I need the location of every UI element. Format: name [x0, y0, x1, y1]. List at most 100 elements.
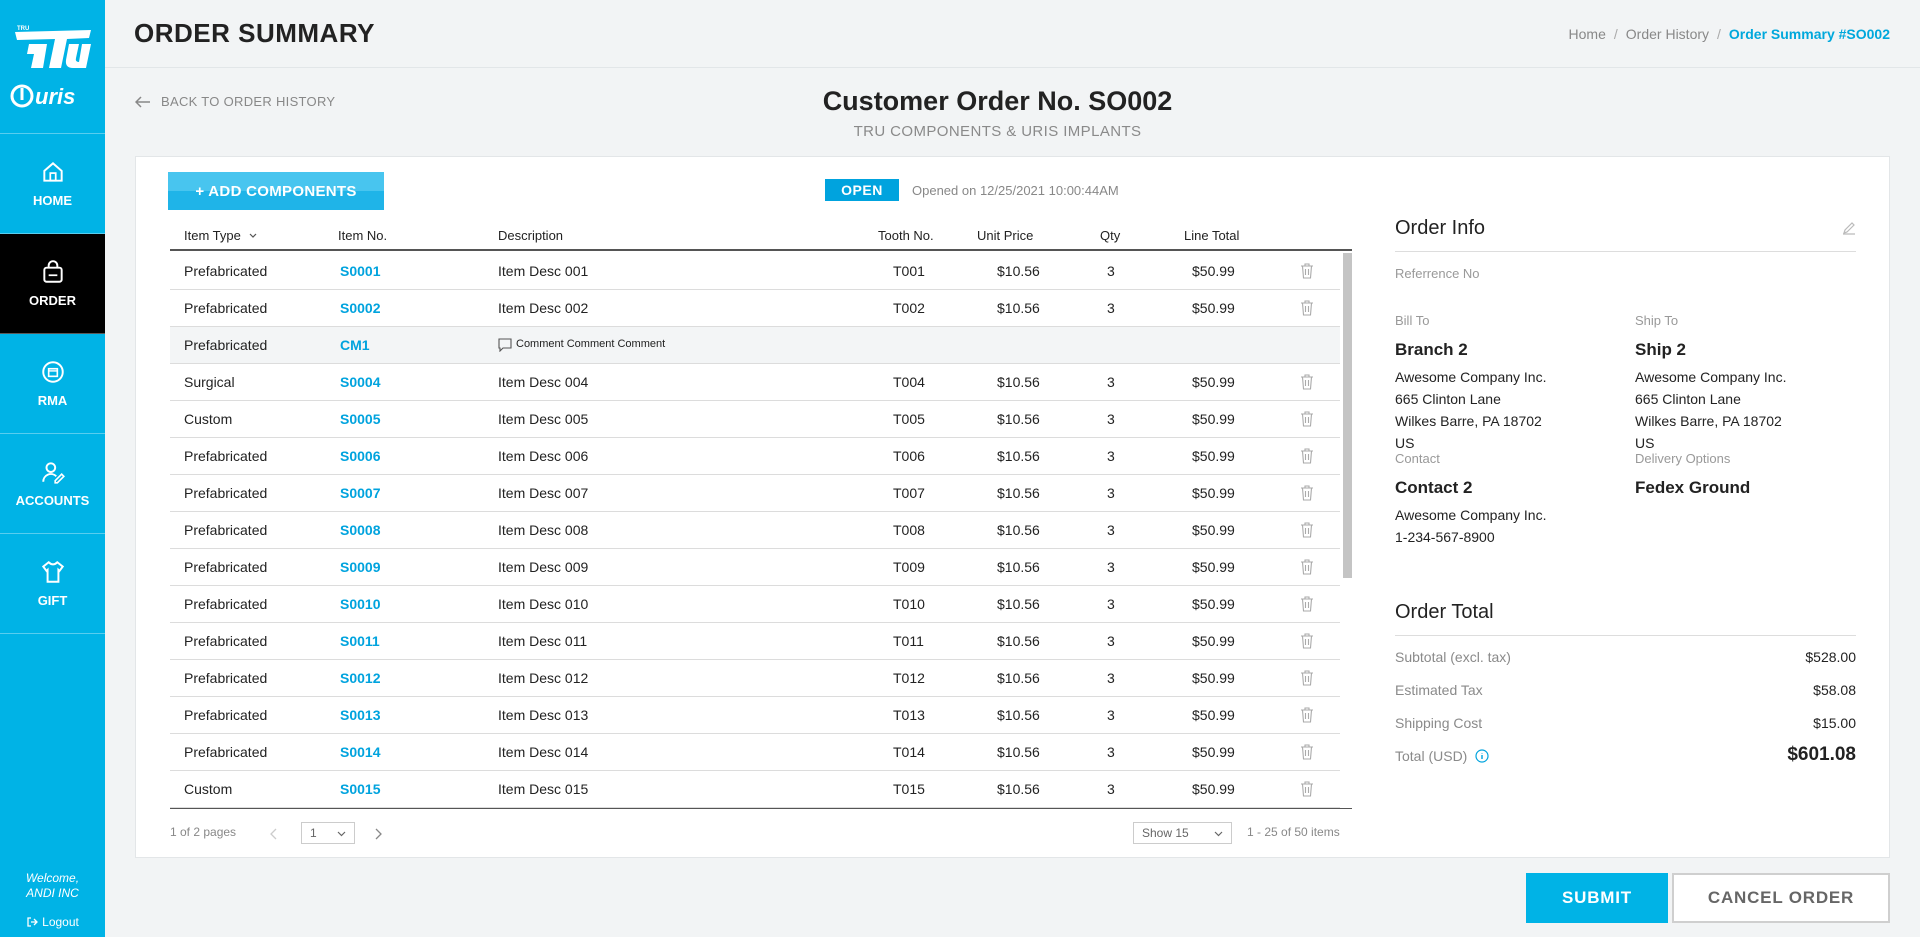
cell-item[interactable]: S0001 [340, 263, 380, 279]
trash-icon[interactable] [1300, 485, 1314, 501]
delivery-value: Fedex Ground [1635, 478, 1751, 497]
cell-desc: Item Desc 005 [498, 411, 589, 427]
cell-total: $50.99 [1192, 448, 1235, 464]
submit-button[interactable]: SUBMIT [1526, 873, 1668, 923]
table-row: Prefabricated S0014 Item Desc 014 T014 $10.5… [170, 734, 1340, 771]
logout-icon [27, 917, 39, 927]
cell-item[interactable]: S0008 [340, 522, 380, 538]
total-value: $601.08 [1787, 744, 1856, 765]
cell-desc: Item Desc 008 [498, 522, 589, 538]
sidebar-item-rma[interactable]: RMA [0, 334, 105, 434]
cell-desc: Item Desc 009 [498, 559, 589, 575]
cell-desc: Item Desc 014 [498, 744, 589, 760]
page-size-value: Show 15 [1142, 826, 1189, 840]
cell-item[interactable]: S0004 [340, 374, 380, 390]
back-to-order-history-link[interactable]: BACK TO ORDER HISTORY [135, 94, 335, 109]
page-select[interactable]: 1 [301, 822, 355, 844]
cell-type: Prefabricated [184, 633, 268, 649]
logout-link[interactable]: Logout [0, 915, 105, 929]
cell-item[interactable]: S0014 [340, 744, 380, 760]
cell-total: $50.99 [1192, 485, 1235, 501]
table-row: Prefabricated S0009 Item Desc 009 T009 $10.5… [170, 549, 1340, 586]
chevron-right-icon[interactable] [373, 828, 383, 840]
cell-item[interactable]: S0012 [340, 670, 380, 686]
address-line: 665 Clinton Lane [1635, 391, 1741, 407]
trash-icon[interactable] [1300, 374, 1314, 390]
cell-item[interactable]: S0002 [340, 300, 380, 316]
cell-item[interactable]: S0005 [340, 411, 380, 427]
sidebar-item-order[interactable]: ORDER [0, 234, 105, 334]
status-badge: OPEN [825, 179, 899, 201]
user-edit-icon [41, 462, 65, 484]
trash-icon[interactable] [1300, 522, 1314, 538]
info-icon[interactable] [1475, 749, 1489, 763]
ship-to-address: Awesome Company Inc. 665 Clinton Lane Wi… [1635, 366, 1786, 454]
cell-item[interactable]: S0013 [340, 707, 380, 723]
header-item-type[interactable]: Item Type [184, 228, 258, 243]
cell-type: Prefabricated [184, 559, 268, 575]
trash-icon[interactable] [1300, 411, 1314, 427]
cell-item[interactable]: S0011 [340, 633, 380, 649]
cell-desc: Item Desc 004 [498, 374, 589, 390]
sidebar-item-accounts[interactable]: ACCOUNTS [0, 434, 105, 534]
cell-type: Surgical [184, 374, 235, 390]
comment-icon [498, 338, 512, 352]
header-line-total: Line Total [1184, 228, 1240, 243]
table-row: Custom S0005 Item Desc 005 T005 $10.56 3 $50.9… [170, 401, 1340, 438]
sidebar-item-home[interactable]: HOME [0, 134, 105, 234]
cancel-order-button[interactable]: CANCEL ORDER [1672, 873, 1890, 923]
cell-item[interactable]: S0015 [340, 781, 380, 797]
cell-item[interactable]: CM1 [340, 337, 370, 353]
add-components-button[interactable]: + ADD COMPONENTS [168, 172, 384, 210]
header-qty: Qty [1100, 228, 1121, 243]
trash-icon[interactable] [1300, 448, 1314, 464]
bill-to-address: Awesome Company Inc. 665 Clinton Lane Wi… [1395, 366, 1546, 454]
cell-type: Prefabricated [184, 707, 268, 723]
welcome-line: Welcome, [25, 871, 80, 885]
table-row: Custom S0015 Item Desc 015 T015 $10.56 3 $50.9… [170, 771, 1340, 808]
trash-icon[interactable] [1300, 707, 1314, 723]
breadcrumb-home[interactable]: Home [1569, 26, 1606, 42]
cell-qty: 3 [1107, 448, 1115, 464]
trash-icon[interactable] [1300, 300, 1314, 316]
cell-price: $10.56 [997, 374, 1040, 390]
breadcrumb-order-history[interactable]: Order History [1626, 26, 1709, 42]
cell-tooth: T001 [893, 263, 925, 279]
trash-icon[interactable] [1300, 263, 1314, 279]
cell-desc: Item Desc 002 [498, 300, 589, 316]
chevron-left-icon[interactable] [269, 828, 279, 840]
trash-icon[interactable] [1300, 596, 1314, 612]
page-size-select[interactable]: Show 15 [1133, 822, 1232, 844]
cell-tooth: T013 [893, 707, 925, 723]
cell-item[interactable]: S0009 [340, 559, 380, 575]
sidebar-item-label: RMA [37, 393, 68, 408]
trash-icon[interactable] [1300, 670, 1314, 686]
cell-total: $50.99 [1192, 411, 1235, 427]
cell-qty: 3 [1107, 670, 1115, 686]
order-card: + ADD COMPONENTS OPEN Opened on 12/25/20… [135, 156, 1890, 858]
trash-icon[interactable] [1300, 559, 1314, 575]
cell-tooth: T007 [893, 485, 925, 501]
cell-qty: 3 [1107, 411, 1115, 427]
table-scrollbar[interactable] [1343, 253, 1352, 578]
edit-icon[interactable] [1842, 221, 1856, 235]
cell-tooth: T002 [893, 300, 925, 316]
cell-item[interactable]: S0006 [340, 448, 380, 464]
sidebar-item-gift[interactable]: GIFT [0, 534, 105, 634]
order-info-title: Order Info [1395, 217, 1486, 239]
trash-icon[interactable] [1300, 781, 1314, 797]
cell-type: Prefabricated [184, 448, 268, 464]
header: ORDER SUMMARY Home / Order History / Ord… [105, 0, 1920, 68]
sidebar-item-label: GIFT [37, 593, 68, 608]
uris-logo: uris [10, 84, 75, 109]
trash-icon[interactable] [1300, 633, 1314, 649]
trash-icon[interactable] [1300, 744, 1314, 760]
contact-details: Awesome Company Inc. 1-234-567-8900 [1395, 504, 1546, 548]
cell-tooth: T006 [893, 448, 925, 464]
cell-item[interactable]: S0010 [340, 596, 380, 612]
table-row: Prefabricated S0002 Item Desc 002 T002 $10.5… [170, 290, 1340, 327]
contact-name: Contact 2 [1395, 478, 1473, 497]
logo[interactable]: TRU uris [0, 0, 105, 134]
contact-company: Awesome Company Inc. [1395, 507, 1547, 523]
cell-item[interactable]: S0007 [340, 485, 380, 501]
